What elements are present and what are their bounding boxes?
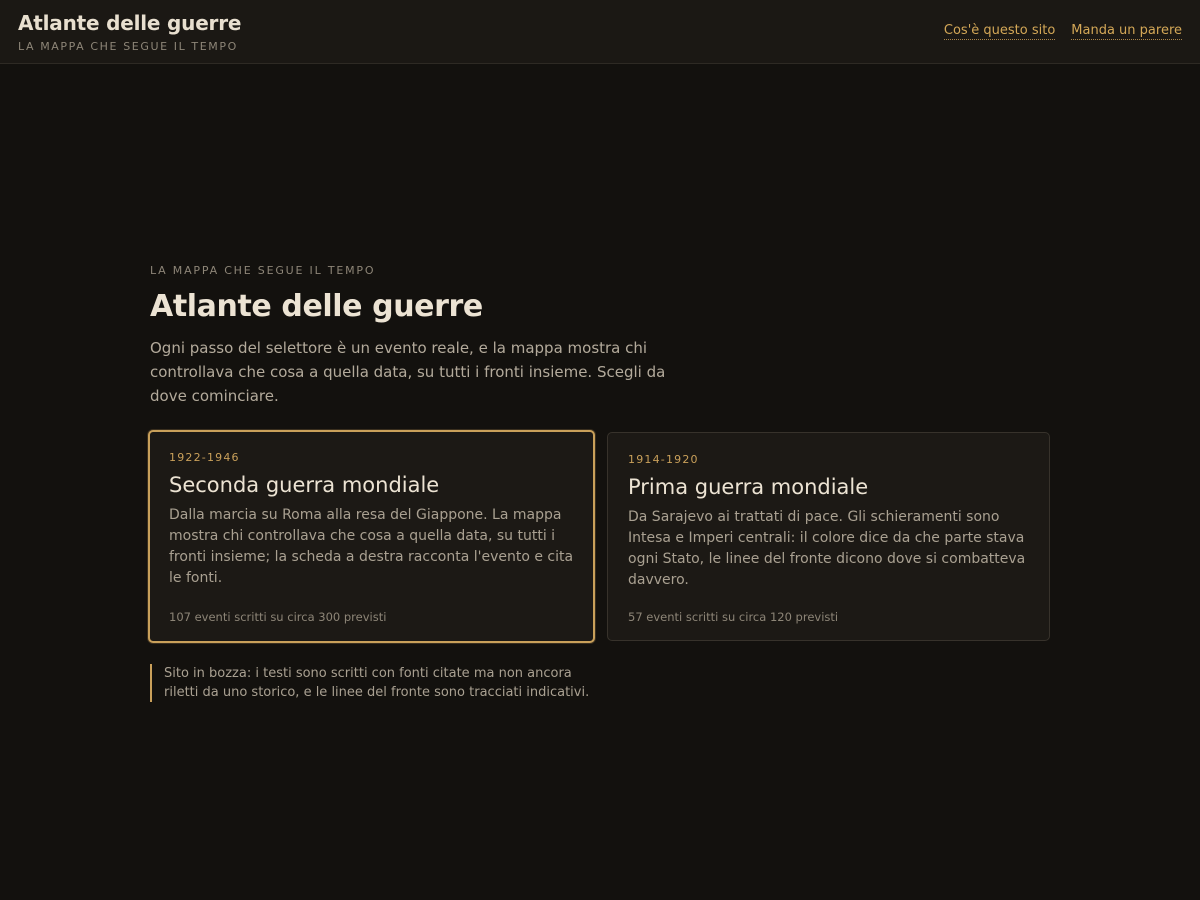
about-link[interactable]: Cos'è questo sito <box>943 23 1056 40</box>
card-title: Prima guerra mondiale <box>628 475 869 499</box>
top-bar: Atlante delle guerre LA MAPPA CHE SEGUE … <box>0 0 1200 64</box>
hero-description: Ogni passo del selettore è un evento rea… <box>150 339 666 405</box>
header-nav: Cos'è questo sito Manda un parere <box>943 23 1182 40</box>
site-title[interactable]: Atlante delle guerre <box>18 11 241 35</box>
feedback-link[interactable]: Manda un parere <box>1071 23 1182 40</box>
hero-section: LA MAPPA CHE SEGUE IL TEMPO Atlante dell… <box>150 264 1050 408</box>
page-title: Atlante delle guerre <box>150 289 483 324</box>
card-title: Seconda guerra mondiale <box>169 473 440 497</box>
draft-notice: Sito in bozza: i testi sono scritti con … <box>150 664 610 702</box>
site-tagline: LA MAPPA CHE SEGUE IL TEMPO <box>18 40 238 53</box>
card-description: Dalla marcia su Roma alla resa del Giapp… <box>169 507 574 586</box>
card-years: 1914-1920 <box>628 453 699 466</box>
war-card-ww1[interactable]: 1914-1920 Prima guerra mondiale Da Saraj… <box>607 432 1050 641</box>
card-event-count: 57 eventi scritti su circa 120 previsti <box>628 610 839 624</box>
card-description: Da Sarajevo ai trattati di pace. Gli sch… <box>628 509 1026 588</box>
card-event-count: 107 eventi scritti su circa 300 previsti <box>169 610 387 624</box>
hero-eyebrow: LA MAPPA CHE SEGUE IL TEMPO <box>150 264 376 277</box>
war-card-ww2[interactable]: 1922-1946 Seconda guerra mondiale Dalla … <box>148 430 595 643</box>
card-years: 1922-1946 <box>169 451 240 464</box>
